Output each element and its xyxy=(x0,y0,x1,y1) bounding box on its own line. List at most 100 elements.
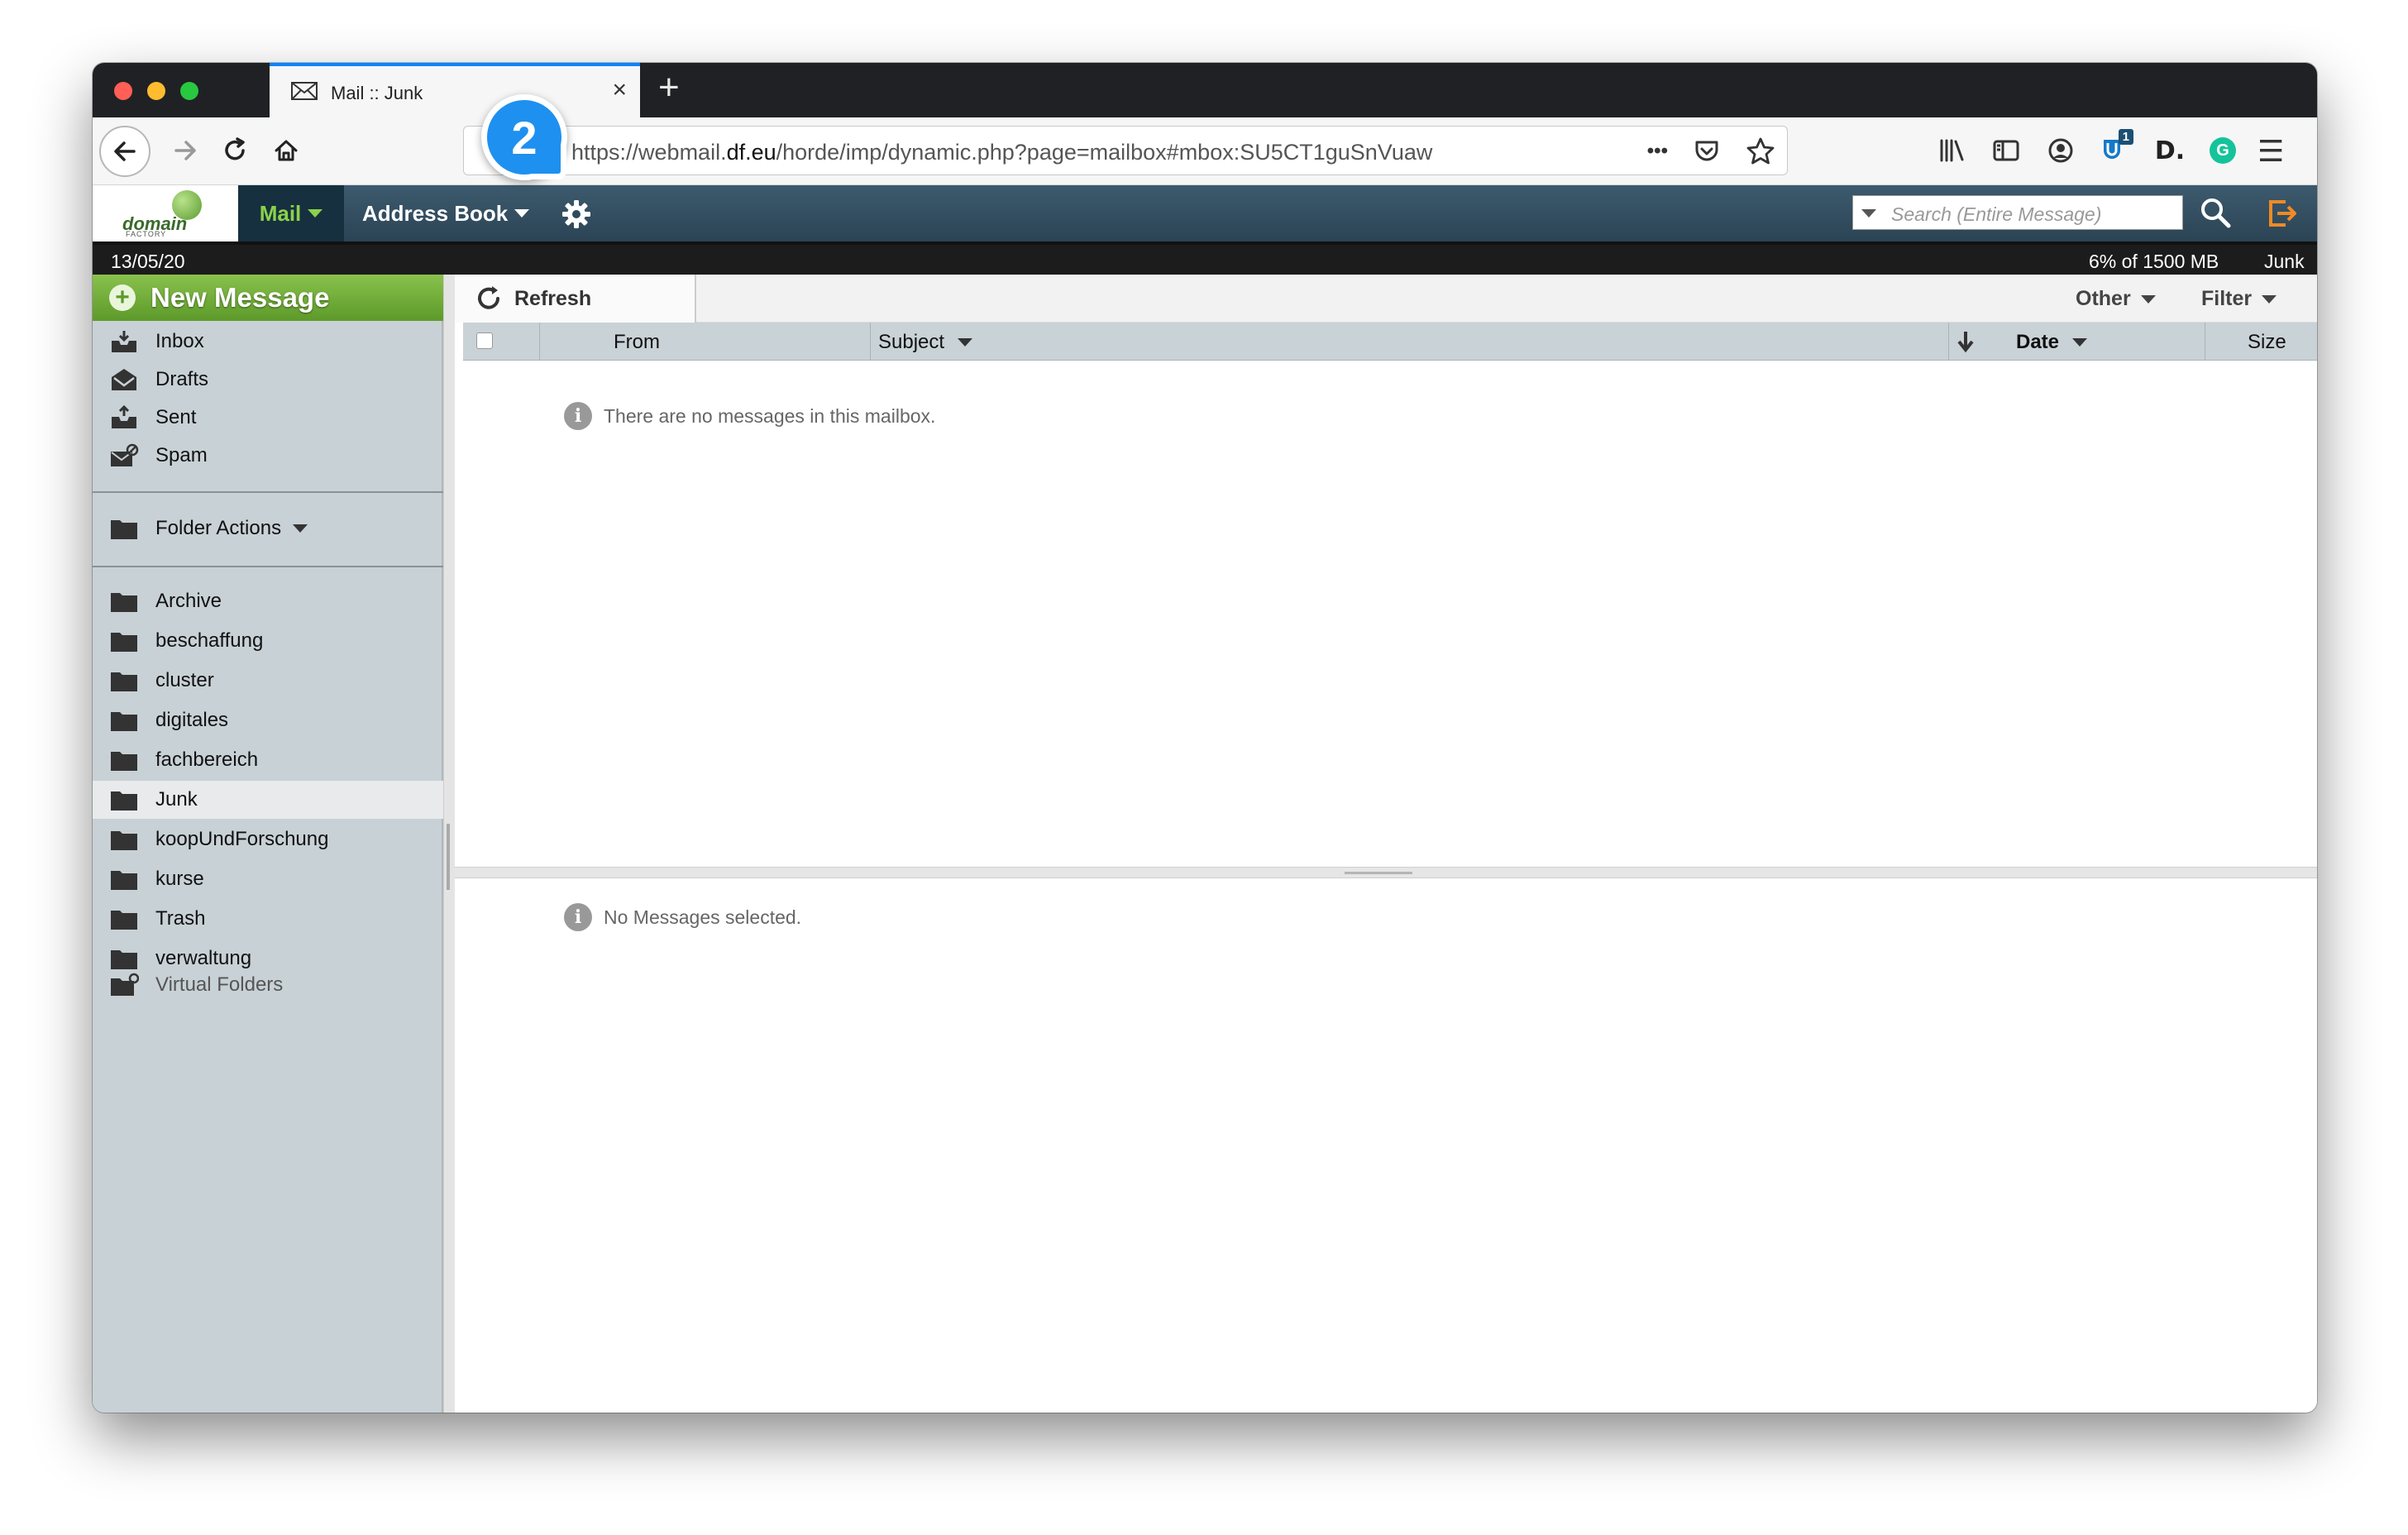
logout-icon[interactable] xyxy=(2266,197,2299,230)
folder-label: fachbereich xyxy=(155,748,259,771)
sidebar-divider xyxy=(93,491,443,493)
splitter-grip[interactable] xyxy=(1345,872,1412,874)
folder-label: Trash xyxy=(155,907,206,930)
folder-item[interactable]: beschaffung xyxy=(93,622,443,660)
folder-label: Inbox xyxy=(155,330,204,352)
sort-direction-icon[interactable] xyxy=(1955,329,1976,354)
new-message-label: New Message xyxy=(150,282,330,313)
folder-actions-label: Folder Actions xyxy=(155,517,282,539)
navigation-bar: https://webmail.df.eu/horde/imp/dynamic.… xyxy=(93,117,2317,185)
forward-button[interactable] xyxy=(164,129,207,172)
other-menu-button[interactable]: Other xyxy=(2076,287,2156,311)
sidebar: + New Message Inbox Drafts Sent Spam Fol… xyxy=(93,275,443,1413)
search-input[interactable]: Search (Entire Message) xyxy=(1852,195,2183,230)
new-message-button[interactable]: + New Message xyxy=(93,275,443,321)
folder-sent[interactable]: Sent xyxy=(93,399,443,437)
column-date[interactable]: Date xyxy=(2016,331,2088,354)
arrow-right-icon xyxy=(174,141,196,160)
search-options-icon[interactable] xyxy=(1861,209,1876,218)
browser-tab[interactable]: Mail :: Junk × xyxy=(270,63,640,117)
empty-mailbox-notice: i There are no messages in this mailbox. xyxy=(564,402,935,430)
folder-spam[interactable]: Spam xyxy=(93,437,443,475)
domainfactory-logo[interactable]: domain FACTORY xyxy=(93,185,238,241)
folder-icon xyxy=(111,791,137,811)
plus-icon: + xyxy=(109,285,136,311)
zoom-window-button[interactable] xyxy=(180,82,198,100)
column-from[interactable]: From xyxy=(614,331,660,354)
step-callout-badge: 2 xyxy=(481,94,567,180)
message-list-header: From Subject Date Size xyxy=(463,323,2317,361)
search-placeholder: Search (Entire Message) xyxy=(1891,203,2102,225)
folder-inbox[interactable]: Inbox xyxy=(93,323,443,361)
column-subject-label: Subject xyxy=(878,331,945,353)
grammarly-icon[interactable]: G xyxy=(2210,137,2236,164)
shield-extension-icon[interactable]: 1 xyxy=(2100,129,2133,165)
chevron-down-icon xyxy=(293,524,308,533)
folder-item[interactable]: digitales xyxy=(93,701,443,739)
home-icon xyxy=(275,140,298,161)
splitter-grip[interactable] xyxy=(447,824,450,890)
bookmark-star-icon[interactable] xyxy=(1746,136,1775,166)
close-window-button[interactable] xyxy=(114,82,132,100)
page-actions-button[interactable]: ••• xyxy=(1647,140,1668,163)
minimize-window-button[interactable] xyxy=(147,82,165,100)
inbox-icon xyxy=(112,331,136,352)
url-prefix: https://webmail. xyxy=(571,140,727,165)
pocket-icon[interactable] xyxy=(1693,137,1721,165)
column-divider xyxy=(1948,323,1949,361)
chevron-down-icon xyxy=(2262,294,2277,304)
folder-item[interactable]: Junk xyxy=(93,781,443,819)
virtual-folders[interactable]: Virtual Folders xyxy=(93,966,443,1004)
url-domain: df.eu xyxy=(726,140,776,165)
column-size[interactable]: Size xyxy=(2248,331,2286,354)
folder-label: kurse xyxy=(155,868,204,890)
extension-badge: 1 xyxy=(2118,129,2133,145)
library-icon[interactable] xyxy=(1937,136,1966,165)
folder-label: Archive xyxy=(155,590,222,612)
tab-title: Mail :: Junk xyxy=(331,83,423,103)
folder-item[interactable]: fachbereich xyxy=(93,741,443,779)
quota-indicator: 6% of 1500 MB xyxy=(2089,251,2219,272)
app-menu-button[interactable]: ☰ xyxy=(2258,134,2284,169)
back-button[interactable] xyxy=(99,126,150,177)
sidebar-icon[interactable] xyxy=(1991,136,2021,165)
folder-item[interactable]: cluster xyxy=(93,662,443,700)
folder-icon xyxy=(111,831,137,850)
folder-drafts[interactable]: Drafts xyxy=(93,361,443,399)
account-icon[interactable] xyxy=(2046,136,2076,165)
select-all-checkbox[interactable] xyxy=(476,332,493,349)
url-path: /horde/imp/dynamic.php?page=mailbox#mbox… xyxy=(776,140,1433,165)
folder-icon xyxy=(111,712,137,731)
folder-item[interactable]: kurse xyxy=(93,860,443,898)
chevron-down-icon xyxy=(2072,338,2088,347)
folder-actions-menu[interactable]: Folder Actions xyxy=(93,509,443,548)
folder-item[interactable]: Archive xyxy=(93,582,443,620)
chevron-down-icon xyxy=(514,209,530,218)
filter-menu-button[interactable]: Filter xyxy=(2201,287,2277,311)
url-text[interactable]: https://webmail.df.eu/horde/imp/dynamic.… xyxy=(571,140,1432,165)
browser-window: Mail :: Junk × + https://webmail.df.eu/h… xyxy=(93,63,2317,1413)
gear-icon[interactable] xyxy=(561,198,592,230)
home-button[interactable] xyxy=(265,129,308,172)
reload-button[interactable] xyxy=(213,129,256,172)
column-subject[interactable]: Subject xyxy=(878,331,973,354)
virtual-folder-icon xyxy=(111,973,139,996)
menu-mail-label: Mail xyxy=(259,200,302,226)
menu-address-book[interactable]: Address Book xyxy=(362,185,530,241)
sent-icon xyxy=(112,405,136,428)
menu-mail[interactable]: Mail xyxy=(238,185,344,241)
sidebar-divider xyxy=(93,566,443,567)
horizontal-splitter[interactable] xyxy=(455,867,2317,878)
search-icon[interactable] xyxy=(2198,195,2233,230)
tab-close-button[interactable]: × xyxy=(612,78,627,103)
envelope-icon xyxy=(291,82,318,100)
new-tab-button[interactable]: + xyxy=(658,69,680,106)
d-extension-icon[interactable]: D. xyxy=(2155,136,2185,165)
refresh-button[interactable]: Refresh xyxy=(455,275,696,323)
folder-item[interactable]: koopUndForschung xyxy=(93,820,443,858)
folder-item[interactable]: Trash xyxy=(93,900,443,938)
status-bar: 13/05/20 6% of 1500 MB Junk xyxy=(93,241,2317,275)
folder-icon xyxy=(111,672,137,691)
folder-label: Junk xyxy=(155,788,198,811)
url-bar[interactable]: https://webmail.df.eu/horde/imp/dynamic.… xyxy=(463,126,1788,175)
